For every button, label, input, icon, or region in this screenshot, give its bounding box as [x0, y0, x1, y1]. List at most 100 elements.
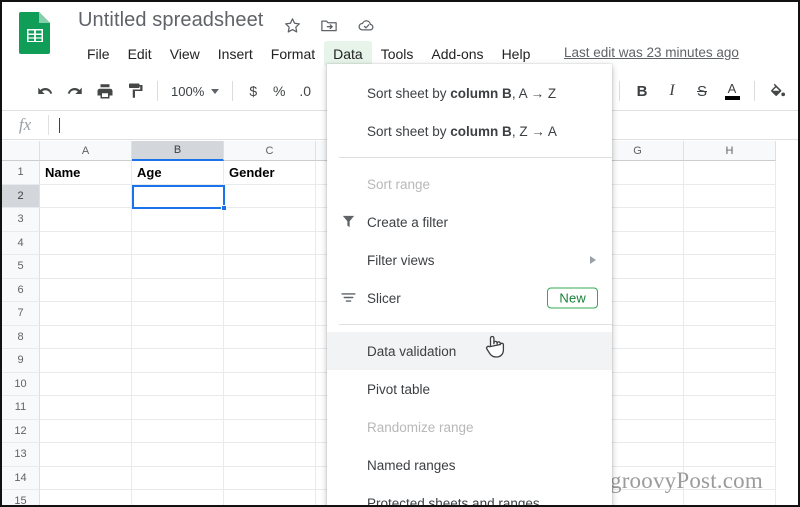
menu-item-insert[interactable]: Insert: [209, 41, 262, 67]
row-header-8[interactable]: 8: [2, 325, 40, 349]
cell-A9[interactable]: [40, 349, 132, 373]
zoom-selector[interactable]: 100%: [165, 84, 225, 99]
currency-icon[interactable]: $: [240, 83, 266, 99]
star-icon[interactable]: [283, 16, 302, 35]
percent-icon[interactable]: %: [266, 83, 292, 99]
text-color-icon[interactable]: A: [717, 76, 747, 106]
cell-B1[interactable]: Age: [132, 161, 224, 185]
cell-B15[interactable]: [132, 490, 224, 505]
last-edit-link[interactable]: Last edit was 23 minutes ago: [564, 45, 739, 60]
cell-B14[interactable]: [132, 466, 224, 490]
cell-C11[interactable]: [224, 396, 316, 420]
cell-C3[interactable]: [224, 208, 316, 232]
cell-A2[interactable]: [40, 184, 132, 208]
cell-A1[interactable]: Name: [40, 161, 132, 185]
row-header-5[interactable]: 5: [2, 255, 40, 279]
row-header-13[interactable]: 13: [2, 443, 40, 467]
document-title[interactable]: Untitled spreadsheet: [78, 9, 263, 32]
row-header-10[interactable]: 10: [2, 372, 40, 396]
menu-option-sort-sheet-za[interactable]: Sort sheet by column B, Z → A: [327, 112, 612, 150]
row-header-2[interactable]: 2: [2, 184, 40, 208]
row-header-7[interactable]: 7: [2, 302, 40, 326]
print-icon[interactable]: [90, 76, 120, 106]
cell-C15[interactable]: [224, 490, 316, 505]
cell-A6[interactable]: [40, 278, 132, 302]
cell-H4[interactable]: [684, 231, 776, 255]
menu-option-protected-sheets[interactable]: Protected sheets and ranges: [327, 484, 612, 506]
italic-icon[interactable]: I: [657, 76, 687, 106]
cell-H13[interactable]: [684, 443, 776, 467]
cell-B8[interactable]: [132, 325, 224, 349]
cell-B10[interactable]: [132, 372, 224, 396]
menu-option-named-ranges[interactable]: Named ranges: [327, 446, 612, 484]
menu-option-create-a-filter[interactable]: Create a filter: [327, 203, 612, 241]
cell-H8[interactable]: [684, 325, 776, 349]
select-all-corner[interactable]: [2, 141, 40, 161]
row-header-1[interactable]: 1: [2, 161, 40, 185]
cell-B5[interactable]: [132, 255, 224, 279]
column-header-c[interactable]: C: [224, 141, 316, 161]
fill-color-icon[interactable]: [762, 76, 792, 106]
cell-H2[interactable]: [684, 184, 776, 208]
cell-C9[interactable]: [224, 349, 316, 373]
redo-icon[interactable]: [60, 76, 90, 106]
cell-A5[interactable]: [40, 255, 132, 279]
cell-H6[interactable]: [684, 278, 776, 302]
row-header-15[interactable]: 15: [2, 490, 40, 505]
cell-C13[interactable]: [224, 443, 316, 467]
cell-B4[interactable]: [132, 231, 224, 255]
row-header-14[interactable]: 14: [2, 466, 40, 490]
cell-H1[interactable]: [684, 161, 776, 185]
fill-handle[interactable]: [221, 204, 227, 211]
menu-item-file[interactable]: File: [78, 41, 119, 67]
cell-B7[interactable]: [132, 302, 224, 326]
cell-H3[interactable]: [684, 208, 776, 232]
cell-C14[interactable]: [224, 466, 316, 490]
move-to-folder-icon[interactable]: [319, 16, 339, 35]
cloud-saved-icon[interactable]: [356, 16, 377, 35]
menu-option-pivot-table[interactable]: Pivot table: [327, 370, 612, 408]
menu-item-edit[interactable]: Edit: [119, 41, 161, 67]
cell-B13[interactable]: [132, 443, 224, 467]
cell-C5[interactable]: [224, 255, 316, 279]
cell-A15[interactable]: [40, 490, 132, 505]
cell-B9[interactable]: [132, 349, 224, 373]
menu-option-filter-views[interactable]: Filter views: [327, 241, 612, 279]
cell-C8[interactable]: [224, 325, 316, 349]
cell-H7[interactable]: [684, 302, 776, 326]
cell-A14[interactable]: [40, 466, 132, 490]
cell-C2[interactable]: [224, 184, 316, 208]
cell-A13[interactable]: [40, 443, 132, 467]
strikethrough-icon[interactable]: S: [687, 76, 717, 106]
cell-H5[interactable]: [684, 255, 776, 279]
cell-A8[interactable]: [40, 325, 132, 349]
row-header-12[interactable]: 12: [2, 419, 40, 443]
cell-B2[interactable]: [132, 184, 224, 208]
row-header-4[interactable]: 4: [2, 231, 40, 255]
column-header-h[interactable]: H: [684, 141, 776, 161]
cell-C7[interactable]: [224, 302, 316, 326]
cell-H10[interactable]: [684, 372, 776, 396]
row-header-3[interactable]: 3: [2, 208, 40, 232]
menu-item-view[interactable]: View: [161, 41, 209, 67]
cell-H9[interactable]: [684, 349, 776, 373]
cell-B3[interactable]: [132, 208, 224, 232]
menu-option-sort-sheet-az[interactable]: Sort sheet by column B, A → Z: [327, 74, 612, 112]
cell-A4[interactable]: [40, 231, 132, 255]
cell-A12[interactable]: [40, 419, 132, 443]
bold-icon[interactable]: B: [627, 76, 657, 106]
cell-H12[interactable]: [684, 419, 776, 443]
cell-C1[interactable]: Gender: [224, 161, 316, 185]
cell-A7[interactable]: [40, 302, 132, 326]
cell-B6[interactable]: [132, 278, 224, 302]
paint-format-icon[interactable]: [120, 76, 150, 106]
row-header-9[interactable]: 9: [2, 349, 40, 373]
cell-C6[interactable]: [224, 278, 316, 302]
cell-B11[interactable]: [132, 396, 224, 420]
row-header-11[interactable]: 11: [2, 396, 40, 420]
undo-icon[interactable]: [30, 76, 60, 106]
column-header-b[interactable]: B: [132, 141, 224, 161]
cell-B12[interactable]: [132, 419, 224, 443]
cell-A3[interactable]: [40, 208, 132, 232]
cell-A10[interactable]: [40, 372, 132, 396]
